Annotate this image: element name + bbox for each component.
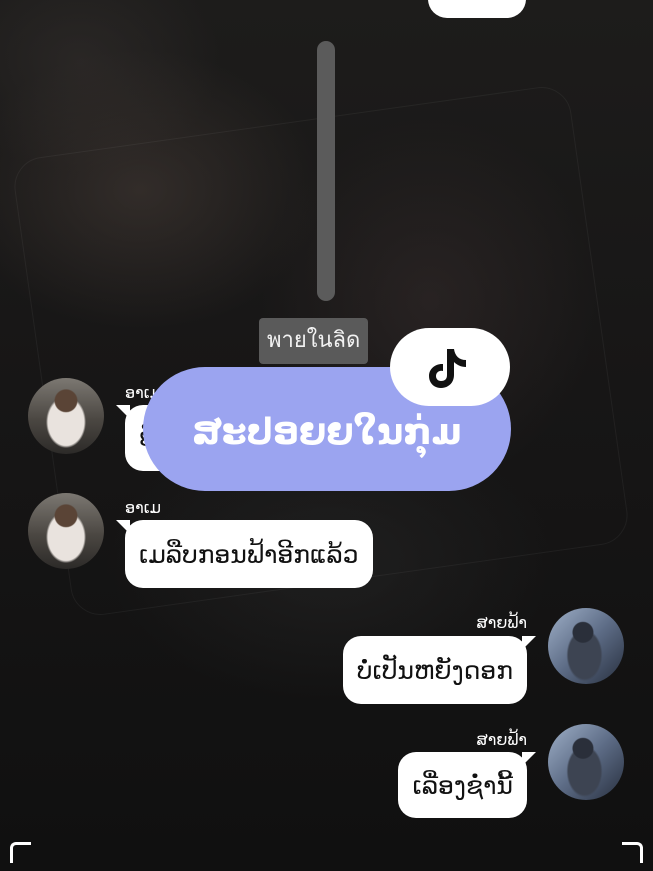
guy-avatar[interactable] (548, 608, 624, 684)
overlay-title: ສະປອຍຍໃນກຸ່ມ (192, 412, 462, 453)
message-text: ເລື່ອງຊໍ່ານີ້ (412, 771, 513, 800)
message-text: ເມລືບກອນຟ້າອີກແລ້ວ (139, 540, 359, 569)
sender-name: ສາຍຟ້າ (476, 613, 527, 632)
viewfinder-corner (10, 842, 31, 863)
girl-avatar[interactable] (28, 378, 104, 454)
scrollbar[interactable] (317, 41, 335, 301)
tiktok-logo-icon (429, 349, 466, 388)
guy-avatar[interactable] (548, 724, 624, 800)
message-text: ບໍ່ເປັນຫຍັງດອກ (356, 656, 513, 685)
sender-name: ສາຍຟ້າ (476, 730, 527, 749)
divider-label: พายในลิด (259, 318, 369, 364)
tiktok-logo-badge (390, 328, 510, 406)
message-bubble[interactable]: ເລື່ອງຊໍ່ານີ້ (398, 752, 536, 818)
sender-name: ອາເມ (125, 498, 161, 517)
girl-avatar[interactable] (28, 493, 104, 569)
previous-message-bubble (428, 0, 526, 18)
message-bubble[interactable]: ເມລືບກອນຟ້າອີກແລ້ວ (116, 520, 373, 588)
message-bubble[interactable]: ບໍ່ເປັນຫຍັງດອກ (342, 636, 537, 704)
viewfinder-corner (622, 842, 643, 863)
